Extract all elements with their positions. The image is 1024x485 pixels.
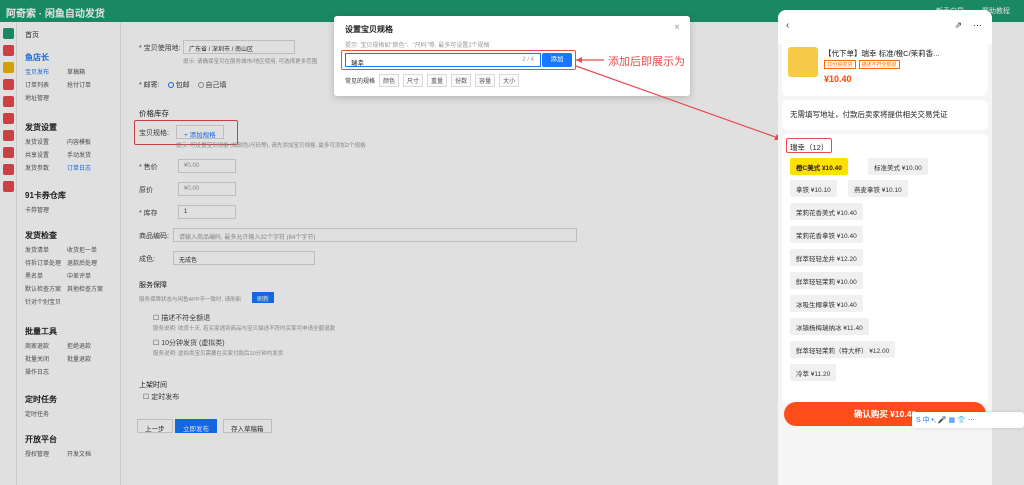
option-chip[interactable]: 橙C美式 ¥10.40 xyxy=(790,158,848,175)
options-panel: 瑞幸（12） 橙C美式 ¥10.40 标准美式 ¥10.00 拿铁 ¥10.10… xyxy=(782,134,988,404)
option-chip[interactable]: 鲜萃轻轻茉莉（特大杯） ¥12.00 xyxy=(790,341,896,358)
option-chip[interactable]: 冰镇杨梅瑞纳冰 ¥11.40 xyxy=(790,318,869,335)
product-tag: 描述不符全额退 xyxy=(858,60,900,69)
notice-text: 无需填写地址，付款后卖家将提供相关交易凭证 xyxy=(782,100,988,130)
arrow-head xyxy=(576,57,582,63)
product-price: ¥10.40 xyxy=(824,74,852,84)
option-chip[interactable]: 鲜萃轻轻龙井 ¥12.20 xyxy=(790,249,863,266)
product-title: 【代下单】瑞幸 标准/橙C/茉莉香... xyxy=(824,49,940,58)
more-icon[interactable]: ⋯ xyxy=(973,20,982,31)
phone-topbar: ‹ ⇗ ⋯ xyxy=(778,10,992,44)
option-chip[interactable]: 冷萃 ¥11.20 xyxy=(790,364,837,381)
ime-toolbar[interactable]: S 中 •, 🎤 ▦ 👕 ⋯ xyxy=(912,412,1024,428)
annotation-text: 添加后即展示为 xyxy=(608,56,685,68)
option-chip[interactable]: 拿铁 ¥10.10 xyxy=(790,180,837,197)
option-chip[interactable]: 燕麦拿铁 ¥10.10 xyxy=(848,180,908,197)
option-chip[interactable]: 茉莉花香拿铁 ¥10.40 xyxy=(790,226,863,243)
product-card: 【代下单】瑞幸 标准/橙C/茉莉香... 10分钟发货 描述不符全额退 ¥10.… xyxy=(782,40,988,96)
product-thumbnail xyxy=(788,47,818,77)
highlight-box xyxy=(786,138,832,153)
option-chip[interactable]: 冰吸生椰拿铁 ¥10.40 xyxy=(790,295,863,312)
back-icon[interactable]: ‹ xyxy=(786,20,789,31)
option-chip[interactable]: 鲜萃轻轻茉莉 ¥10.00 xyxy=(790,272,863,289)
arrow-line xyxy=(575,65,779,139)
option-chip[interactable]: 标准美式 ¥10.00 xyxy=(868,158,928,175)
product-tag: 10分钟发货 xyxy=(824,60,856,69)
share-icon[interactable]: ⇗ xyxy=(954,20,962,31)
option-chip[interactable]: 茉莉花香美式 ¥10.40 xyxy=(790,203,863,220)
